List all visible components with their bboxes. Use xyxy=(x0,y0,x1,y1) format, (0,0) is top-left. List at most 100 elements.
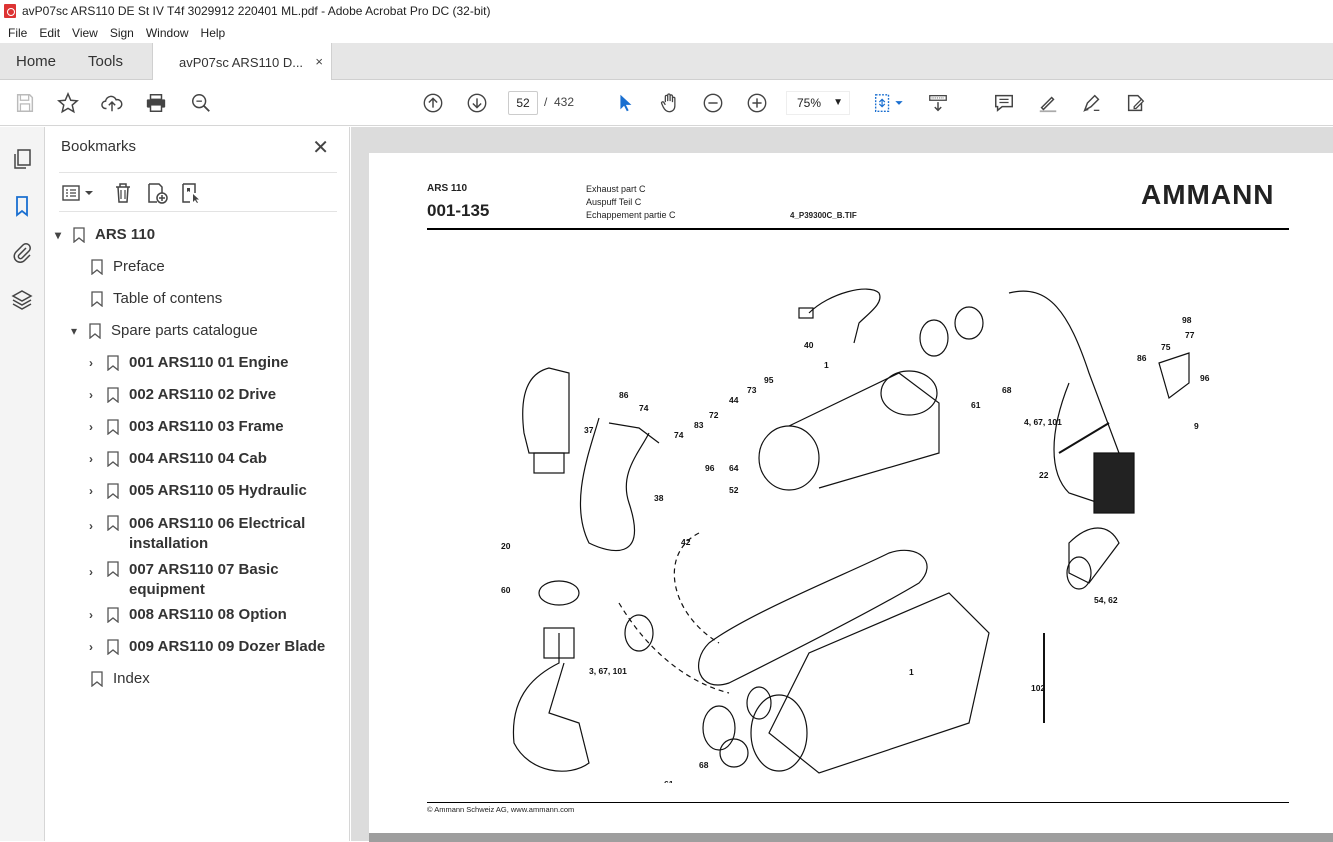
tab-document[interactable]: avP07sc ARS110 D... × xyxy=(152,43,332,81)
zoom-in-icon[interactable] xyxy=(745,91,769,115)
chevron-right-icon[interactable]: › xyxy=(89,640,103,654)
callout-label: 64 xyxy=(729,463,739,473)
pdf-page: ARS 110 001-135 Exhaust part C Auspuff T… xyxy=(369,153,1333,842)
chevron-right-icon[interactable]: › xyxy=(89,608,103,622)
layers-icon[interactable] xyxy=(10,288,34,312)
close-icon[interactable]: ✕ xyxy=(312,135,329,160)
chevron-right-icon[interactable]: › xyxy=(89,562,103,582)
bookmark-cab[interactable]: › 004 ARS110 04 Cab xyxy=(89,450,339,467)
bookmark-drive[interactable]: › 002 ARS110 02 Drive xyxy=(89,386,339,403)
zoom-search-icon[interactable] xyxy=(189,91,213,115)
bookmark-label: 006 ARS110 06 Electrical installation xyxy=(129,515,306,552)
page-total: 432 xyxy=(554,95,575,109)
edit-form-icon[interactable] xyxy=(1124,91,1148,115)
fit-dropdown-icon[interactable] xyxy=(893,91,905,115)
comment-icon[interactable] xyxy=(992,91,1016,115)
callout-label: 86 xyxy=(1137,353,1147,363)
menu-window[interactable]: Window xyxy=(146,26,189,40)
bookmark-ars110[interactable]: ▾ ARS 110 xyxy=(55,226,155,243)
bookmark-electrical[interactable]: › 006 ARS110 06 Electrical installation xyxy=(89,514,339,554)
fit-page-icon[interactable] xyxy=(871,91,895,115)
bookmark-preface[interactable]: Preface xyxy=(87,258,165,275)
upload-cloud-icon[interactable] xyxy=(100,91,124,115)
close-tab-icon[interactable]: × xyxy=(315,54,323,69)
callout-label: 52 xyxy=(729,485,739,495)
page-thumbnails-icon[interactable] xyxy=(10,147,34,171)
bookmark-flag-icon xyxy=(107,639,119,655)
bookmark-flag-icon xyxy=(91,291,103,307)
callout-label: 4, 67, 101 xyxy=(1024,417,1062,427)
bookmark-engine[interactable]: › 001 ARS110 01 Engine xyxy=(89,354,339,371)
chevron-right-icon[interactable]: › xyxy=(89,388,103,402)
bookmark-icon[interactable] xyxy=(10,194,34,218)
bookmark-flag-icon xyxy=(107,419,119,435)
callout-label: 96 xyxy=(705,463,715,473)
zoom-value: 75% xyxy=(797,96,822,110)
bookmark-flag-icon xyxy=(91,259,103,275)
callout-label: 3, 67, 101 xyxy=(589,666,627,676)
highlight-pen-icon[interactable] xyxy=(1036,91,1060,115)
bookmark-spare-parts[interactable]: ▾ Spare parts catalogue xyxy=(71,322,258,339)
menu-sign[interactable]: Sign xyxy=(110,26,134,40)
bookmark-hydraulic[interactable]: › 005 ARS110 05 Hydraulic xyxy=(89,482,339,499)
zoom-out-icon[interactable] xyxy=(701,91,725,115)
chevron-down-icon[interactable]: ▾ xyxy=(71,324,85,338)
hand-tool-icon[interactable] xyxy=(657,91,681,115)
callout-label: 20 xyxy=(501,541,511,551)
callout-label: 61 xyxy=(971,400,981,410)
next-page-icon[interactable] xyxy=(465,91,489,115)
bookmark-options-icon[interactable] xyxy=(61,181,95,205)
chevron-down-icon[interactable]: ▾ xyxy=(55,228,69,242)
bookmark-table-of-contents[interactable]: Table of contens xyxy=(87,290,222,307)
callout-label: 1 xyxy=(824,360,829,370)
sign-pen-icon[interactable] xyxy=(1080,91,1104,115)
bookmark-label: Preface xyxy=(113,258,165,275)
delete-bookmark-icon[interactable] xyxy=(111,181,135,205)
tab-document-label: avP07sc ARS110 D... xyxy=(179,54,304,70)
scroll-mode-icon[interactable] xyxy=(926,91,950,115)
callout-label: 72 xyxy=(709,410,719,420)
select-cursor-icon[interactable] xyxy=(613,91,637,115)
page-separator: / xyxy=(544,95,548,109)
chevron-right-icon[interactable]: › xyxy=(89,484,103,498)
bookmark-from-selection-icon[interactable] xyxy=(179,181,203,205)
new-bookmark-icon[interactable] xyxy=(145,181,169,205)
desc-en: Exhaust part C xyxy=(586,184,646,194)
bookmark-index[interactable]: Index xyxy=(87,670,150,687)
print-icon[interactable] xyxy=(144,91,168,115)
chevron-right-icon[interactable]: › xyxy=(89,356,103,370)
menu-view[interactable]: View xyxy=(72,26,98,40)
star-icon[interactable] xyxy=(56,91,80,115)
save-icon[interactable] xyxy=(13,91,37,115)
bookmark-label: Index xyxy=(113,670,150,687)
bookmark-dozer-blade[interactable]: › 009 ARS110 09 Dozer Blade xyxy=(89,638,349,655)
title-bar: avP07sc ARS110 DE St IV T4f 3029912 2204… xyxy=(0,0,1333,22)
previous-page-icon[interactable] xyxy=(421,91,445,115)
bookmark-flag-icon xyxy=(107,483,119,499)
callout-label: 38 xyxy=(654,493,664,503)
page-description: Exhaust part C Auspuff Teil C Echappemen… xyxy=(586,183,676,222)
page-file-name: 4_P39300C_B.TIF xyxy=(790,211,857,220)
tab-home[interactable]: Home xyxy=(16,43,56,80)
chevron-right-icon[interactable]: › xyxy=(89,452,103,466)
tab-bar: Home Tools avP07sc ARS110 D... × xyxy=(0,43,1333,81)
zoom-select[interactable]: 75% ▼ xyxy=(786,91,850,115)
callout-label: 95 xyxy=(764,375,774,385)
attachment-icon[interactable] xyxy=(10,241,34,265)
callout-label: 9 xyxy=(1194,421,1199,431)
chevron-right-icon[interactable]: › xyxy=(89,516,103,536)
menu-edit[interactable]: Edit xyxy=(39,26,60,40)
bookmark-frame[interactable]: › 003 ARS110 03 Frame xyxy=(89,418,339,435)
menu-help[interactable]: Help xyxy=(201,26,226,40)
tab-tools[interactable]: Tools xyxy=(88,43,123,80)
exhaust-exploded-diagram: 40 1 86 74 37 83 72 44 73 95 74 96 64 38… xyxy=(501,288,1210,783)
bookmark-label: 005 ARS110 05 Hydraulic xyxy=(129,482,307,499)
bookmark-basic-equipment[interactable]: › 007 ARS110 07 Basic equipment xyxy=(89,560,339,600)
document-view[interactable]: ARS 110 001-135 Exhaust part C Auspuff T… xyxy=(351,127,1333,842)
chevron-right-icon[interactable]: › xyxy=(89,420,103,434)
menu-file[interactable]: File xyxy=(8,26,27,40)
bookmarks-title: Bookmarks xyxy=(61,138,137,155)
page-number-input[interactable]: 52 xyxy=(508,91,538,115)
bookmark-option[interactable]: › 008 ARS110 08 Option xyxy=(89,606,339,623)
callout-label: 44 xyxy=(729,395,739,405)
